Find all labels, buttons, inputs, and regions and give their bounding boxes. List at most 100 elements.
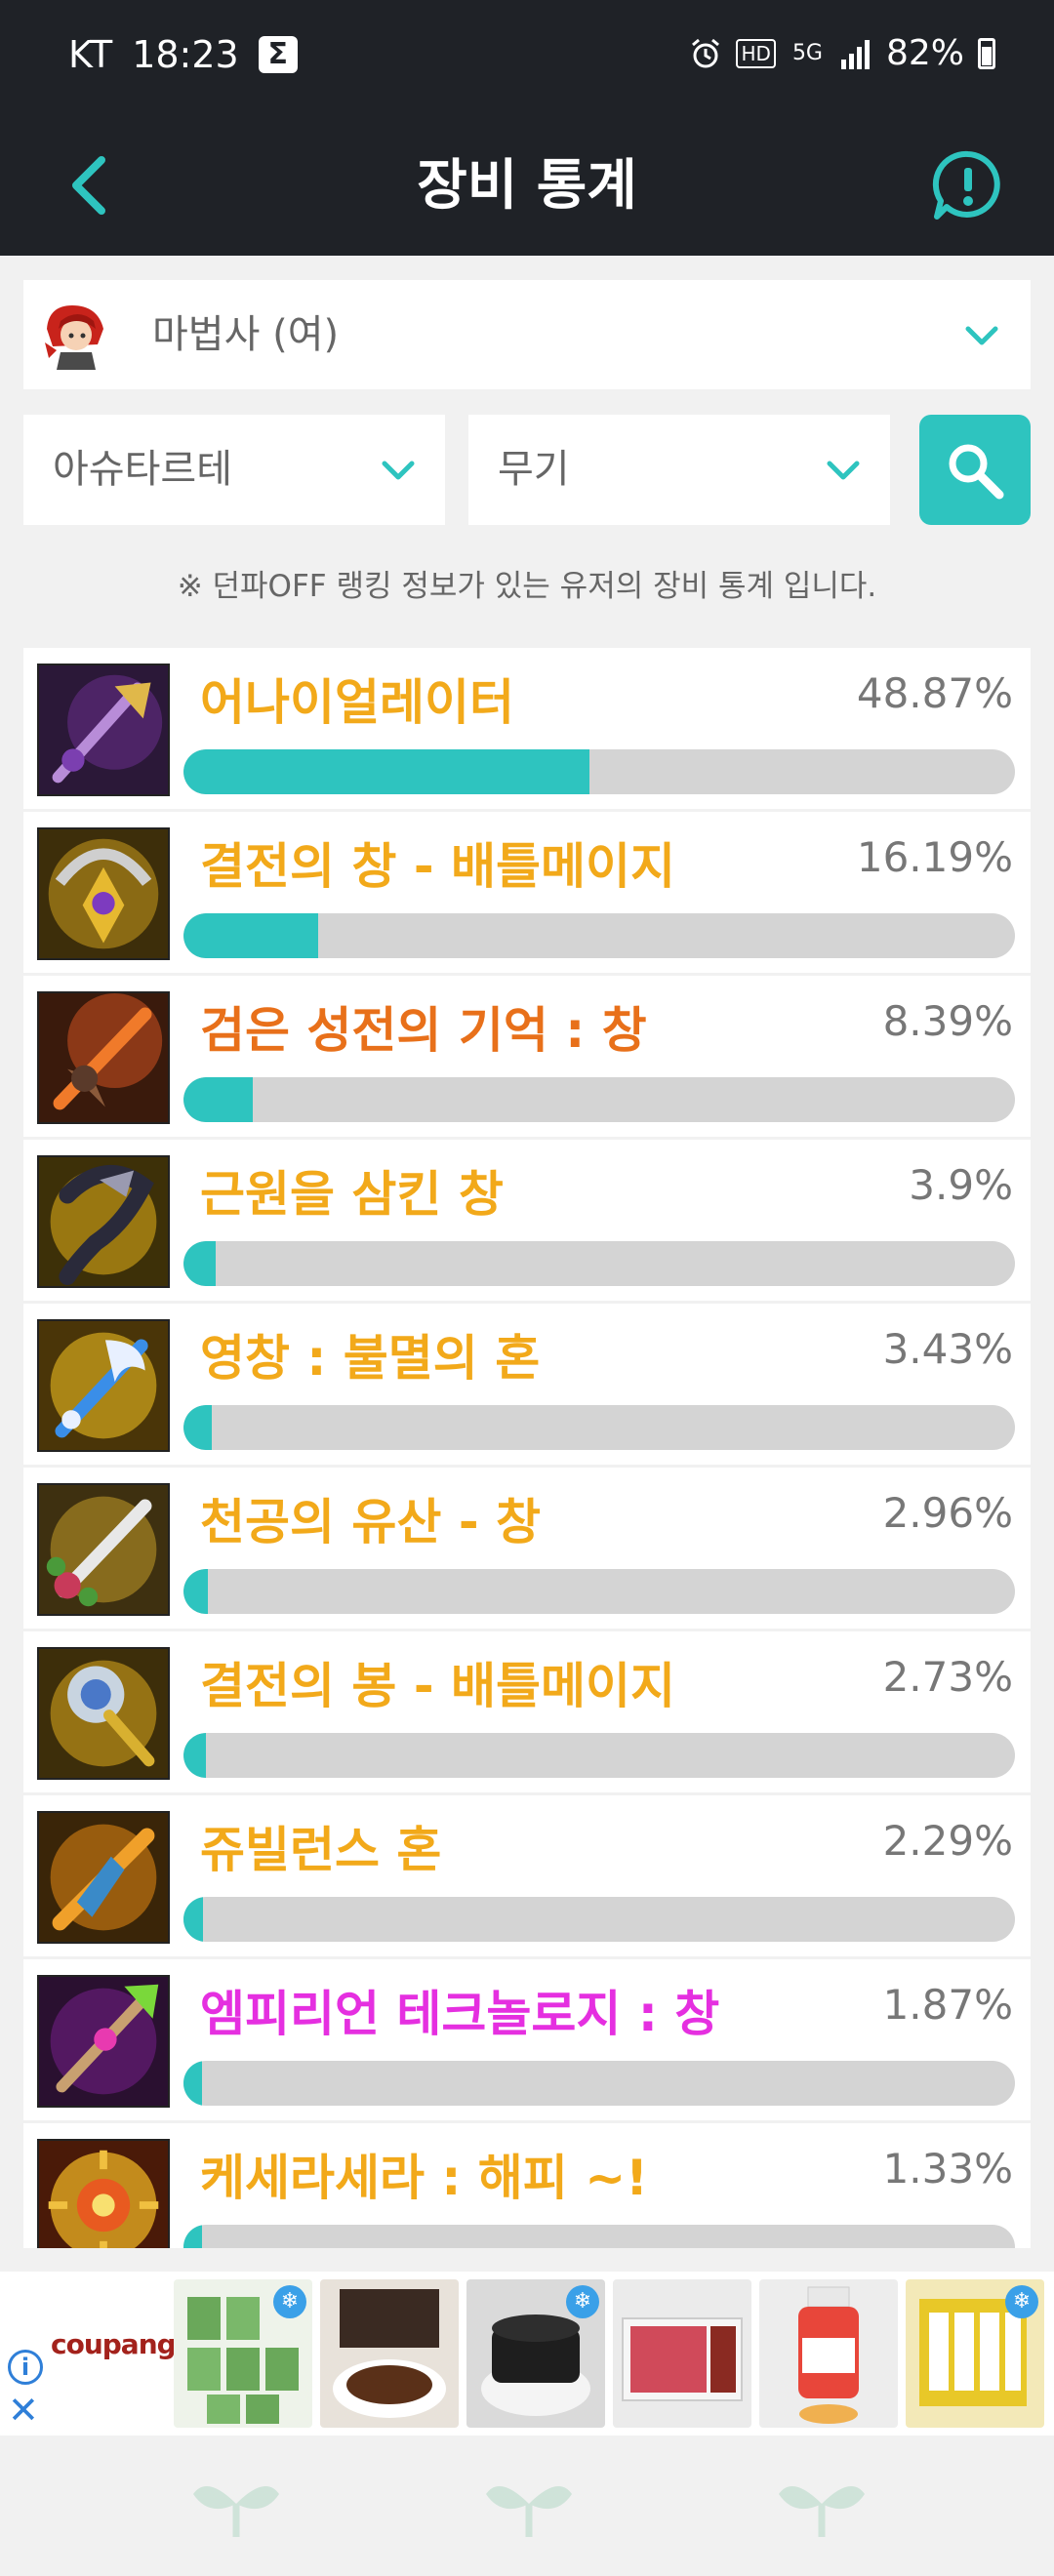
item-name: 영창 : 불멸의 혼 (200, 1330, 541, 1387)
empyrean-tech-spear-icon (37, 1975, 170, 2108)
usage-bar-fill (183, 1569, 209, 1614)
search-button[interactable] (919, 415, 1031, 525)
bottom-nav (0, 2435, 1054, 2576)
usage-bar-fill (183, 1241, 217, 1286)
character-select[interactable]: 마법사 (여) (23, 280, 1031, 389)
item-percent: 16.19% (856, 833, 1013, 881)
item-percent: 3.43% (882, 1325, 1013, 1373)
list-item[interactable]: 영창 : 불멸의 혼 3.43% (23, 1304, 1031, 1465)
list-item[interactable]: 엠피리언 테크놀로지 : 창 1.87% (23, 1959, 1031, 2120)
item-percent: 1.33% (882, 2145, 1013, 2193)
alert-bubble-icon (932, 150, 1000, 220)
ad-product-image[interactable] (320, 2279, 459, 2428)
origin-devouring-spear-icon (37, 1155, 170, 1288)
signal-icon (840, 39, 870, 69)
ad-banner[interactable]: i ✕ coupang ❄ ❄ ❄ (0, 2272, 1054, 2435)
app-bar: 장비 통계 (0, 117, 1054, 256)
page-title: 장비 통계 (417, 154, 637, 218)
item-percent: 48.87% (856, 669, 1013, 717)
item-name: 케세라세라 : 해피 ~! (200, 2150, 648, 2206)
list-item[interactable]: 쥬빌런스 혼 2.29% (23, 1795, 1031, 1956)
report-button[interactable] (917, 135, 1019, 236)
item-name: 결전의 창 - 배틀메이지 (200, 838, 675, 895)
ad-brand-logo: coupang (51, 2328, 177, 2360)
item-percent: 2.73% (882, 1653, 1013, 1701)
search-icon (949, 444, 1004, 499)
usage-bar-fill (183, 1897, 203, 1942)
usage-bar (183, 1569, 1015, 1614)
ad-product-image[interactable] (613, 2279, 751, 2428)
decisive-rod-icon (37, 1647, 170, 1780)
network-5g-icon: 5G (791, 40, 823, 65)
battery-icon (978, 37, 995, 69)
ad-info-icon[interactable]: i (8, 2350, 43, 2385)
item-name: 천공의 유산 - 창 (200, 1494, 541, 1550)
frozen-badge-icon: ❄ (566, 2285, 599, 2318)
usage-bar (183, 2225, 1015, 2248)
ad-product-image[interactable] (759, 2279, 898, 2428)
usage-bar (183, 913, 1015, 958)
list-item[interactable]: 어나이얼레이터 48.87% (23, 648, 1031, 809)
sprout-icon[interactable] (480, 2465, 578, 2543)
ad-brand-text: coupang (51, 2328, 177, 2360)
chevron-down-icon (382, 461, 415, 480)
list-item[interactable]: 케세라세라 : 해피 ~! 1.33% (23, 2123, 1031, 2248)
item-percent: 3.9% (909, 1161, 1013, 1209)
server-select[interactable]: 아슈타르테 (23, 415, 445, 525)
item-percent: 8.39% (882, 997, 1013, 1045)
jubilance-soul-icon (37, 1811, 170, 1944)
list-item[interactable]: 결전의 창 - 배틀메이지 16.19% (23, 812, 1031, 973)
sprout-icon[interactable] (187, 2465, 285, 2543)
equipment-list: 어나이얼레이터 48.87% 결전의 창 - 배틀메이지 16.19% 검은 성… (23, 648, 1031, 2248)
usage-bar (183, 1405, 1015, 1450)
annihilator-staff-icon (37, 664, 170, 796)
usage-bar-fill (183, 1733, 207, 1778)
chevron-down-icon (827, 461, 860, 480)
item-name: 쥬빌런스 혼 (200, 1822, 442, 1878)
usage-bar-fill (183, 749, 590, 794)
carrier-label: KT (68, 33, 113, 76)
ad-close-icon[interactable]: ✕ (8, 2391, 39, 2430)
black-crusade-spear-icon (37, 991, 170, 1124)
battery-percent: 82% (885, 33, 964, 73)
usage-bar-fill (183, 2225, 202, 2248)
ad-product-image[interactable]: ❄ (174, 2279, 312, 2428)
character-label: 마법사 (여) (152, 312, 340, 357)
list-item[interactable]: 근원을 삼킨 창 3.9% (23, 1140, 1031, 1301)
status-bar: KT 18:23 Σ HD 5G 82% (0, 0, 1054, 117)
character-avatar (45, 305, 103, 370)
sky-legacy-spear-icon (37, 1483, 170, 1616)
immortal-soul-spear-icon (37, 1319, 170, 1452)
ad-product-image[interactable]: ❄ (466, 2279, 605, 2428)
clock: 18:23 (132, 33, 239, 76)
chevron-down-icon (965, 326, 998, 345)
slot-select[interactable]: 무기 (468, 415, 890, 525)
item-percent: 2.29% (882, 1817, 1013, 1865)
ad-product-image[interactable]: ❄ (906, 2279, 1044, 2428)
item-percent: 1.87% (882, 1981, 1013, 2029)
que-sera-sera-icon (37, 2139, 170, 2248)
usage-bar (183, 1897, 1015, 1942)
frozen-badge-icon: ❄ (1005, 2285, 1038, 2318)
list-item[interactable]: 천공의 유산 - 창 2.96% (23, 1468, 1031, 1629)
item-name: 근원을 삼킨 창 (200, 1166, 504, 1223)
usage-bar-fill (183, 913, 318, 958)
item-percent: 2.96% (882, 1489, 1013, 1537)
usage-bar-fill (183, 1405, 213, 1450)
decisive-spear-icon (37, 827, 170, 960)
item-name: 어나이얼레이터 (200, 674, 514, 731)
item-name: 검은 성전의 기억 : 창 (200, 1002, 647, 1059)
usage-bar (183, 749, 1015, 794)
hd-icon: HD (736, 38, 776, 68)
usage-bar (183, 1241, 1015, 1286)
usage-bar-fill (183, 2061, 202, 2106)
list-item[interactable]: 결전의 봉 - 배틀메이지 2.73% (23, 1631, 1031, 1792)
frozen-badge-icon: ❄ (273, 2285, 306, 2318)
sigma-icon: Σ (258, 36, 298, 73)
sprout-icon[interactable] (773, 2465, 871, 2543)
slot-label: 무기 (498, 447, 570, 492)
usage-bar-fill (183, 1077, 254, 1122)
list-item[interactable]: 검은 성전의 기억 : 창 8.39% (23, 976, 1031, 1137)
usage-bar (183, 1077, 1015, 1122)
notice-text: ※ 던파OFF 랭킹 정보가 있는 유저의 장비 통계 입니다. (177, 569, 877, 604)
